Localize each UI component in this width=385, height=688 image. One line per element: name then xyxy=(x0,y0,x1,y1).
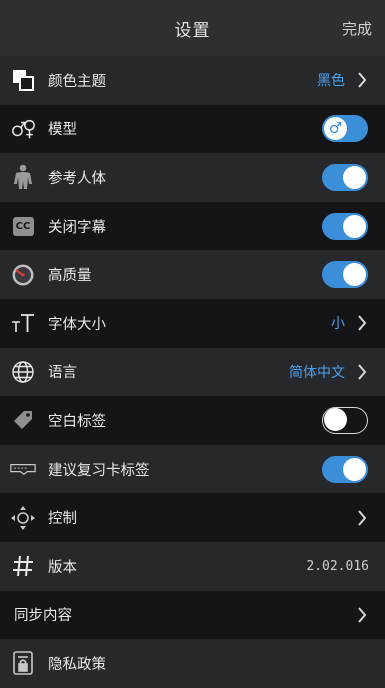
card-label-icon xyxy=(10,456,36,482)
font-size-icon xyxy=(10,310,36,336)
gauge-icon xyxy=(10,262,36,288)
model-gender-toggle[interactable]: ♂ xyxy=(322,115,368,143)
version-value: 2.02.016 xyxy=(306,558,369,574)
closed-captions-icon: CC xyxy=(10,213,36,239)
setting-label: 控制 xyxy=(48,511,77,528)
setting-label: 版本 xyxy=(48,559,77,576)
setting-privacy-policy[interactable]: 隐私政策 xyxy=(0,639,385,688)
setting-label: 关闭字幕 xyxy=(48,219,106,236)
setting-blank-labels: 空白标签 xyxy=(0,396,385,445)
chevron-right-icon xyxy=(351,72,373,88)
setting-version: 版本 2.02.016 xyxy=(0,541,385,591)
page-title: 设置 xyxy=(174,20,211,41)
setting-color-theme[interactable]: 颜色主题 黑色 xyxy=(0,56,385,105)
globe-icon xyxy=(10,359,36,385)
setting-label: 字体大小 xyxy=(48,316,106,333)
setting-controls[interactable]: 控制 xyxy=(0,493,385,542)
setting-value: 小 xyxy=(331,316,345,333)
high-quality-toggle[interactable] xyxy=(322,261,368,289)
blank-labels-toggle[interactable] xyxy=(322,406,368,434)
setting-value: 简体中文 xyxy=(289,364,345,381)
tag-icon xyxy=(10,407,36,433)
chevron-right-icon xyxy=(351,364,373,380)
setting-sync-content[interactable]: 同步内容 xyxy=(0,590,385,640)
setting-high-quality: 高质量 xyxy=(0,250,385,299)
setting-label: 高质量 xyxy=(48,268,92,285)
settings-list: 颜色主题 黑色 模型 ♂ 参考人体 CC 关闭字幕 高质量 字体大小 小 语言 … xyxy=(0,56,385,688)
setting-model: 模型 ♂ xyxy=(0,104,385,154)
hash-icon xyxy=(10,553,36,579)
human-body-icon xyxy=(10,164,36,190)
chevron-right-icon xyxy=(351,509,373,526)
setting-label: 语言 xyxy=(48,365,77,382)
reference-body-toggle[interactable] xyxy=(322,163,368,191)
setting-font-size[interactable]: 字体大小 小 xyxy=(0,298,385,348)
setting-label: 参考人体 xyxy=(48,170,106,187)
setting-reference-body: 参考人体 xyxy=(0,153,385,202)
setting-value: 黑色 xyxy=(317,73,345,90)
setting-label: 颜色主题 xyxy=(48,73,106,90)
setting-label: 隐私政策 xyxy=(48,656,106,673)
gender-icon xyxy=(10,116,36,142)
setting-label: 建议复习卡标签 xyxy=(48,462,150,479)
nav-bar: 设置 完成 xyxy=(0,0,385,56)
directional-pad-icon xyxy=(10,505,36,531)
done-button[interactable]: 完成 xyxy=(342,0,372,56)
setting-review-card-labels: 建议复习卡标签 xyxy=(0,444,385,494)
review-card-labels-toggle[interactable] xyxy=(322,455,368,483)
chevron-right-icon xyxy=(351,315,373,331)
close-captions-toggle[interactable] xyxy=(322,212,368,240)
male-icon: ♂ xyxy=(324,117,347,141)
setting-language[interactable]: 语言 简体中文 xyxy=(0,347,385,397)
setting-label: 同步内容 xyxy=(14,608,72,625)
document-lock-icon xyxy=(10,650,36,676)
setting-label: 模型 xyxy=(48,122,77,139)
setting-label: 空白标签 xyxy=(48,413,106,430)
setting-close-captions: CC 关闭字幕 xyxy=(0,201,385,251)
chevron-right-icon xyxy=(351,607,373,623)
color-theme-icon xyxy=(10,67,36,93)
